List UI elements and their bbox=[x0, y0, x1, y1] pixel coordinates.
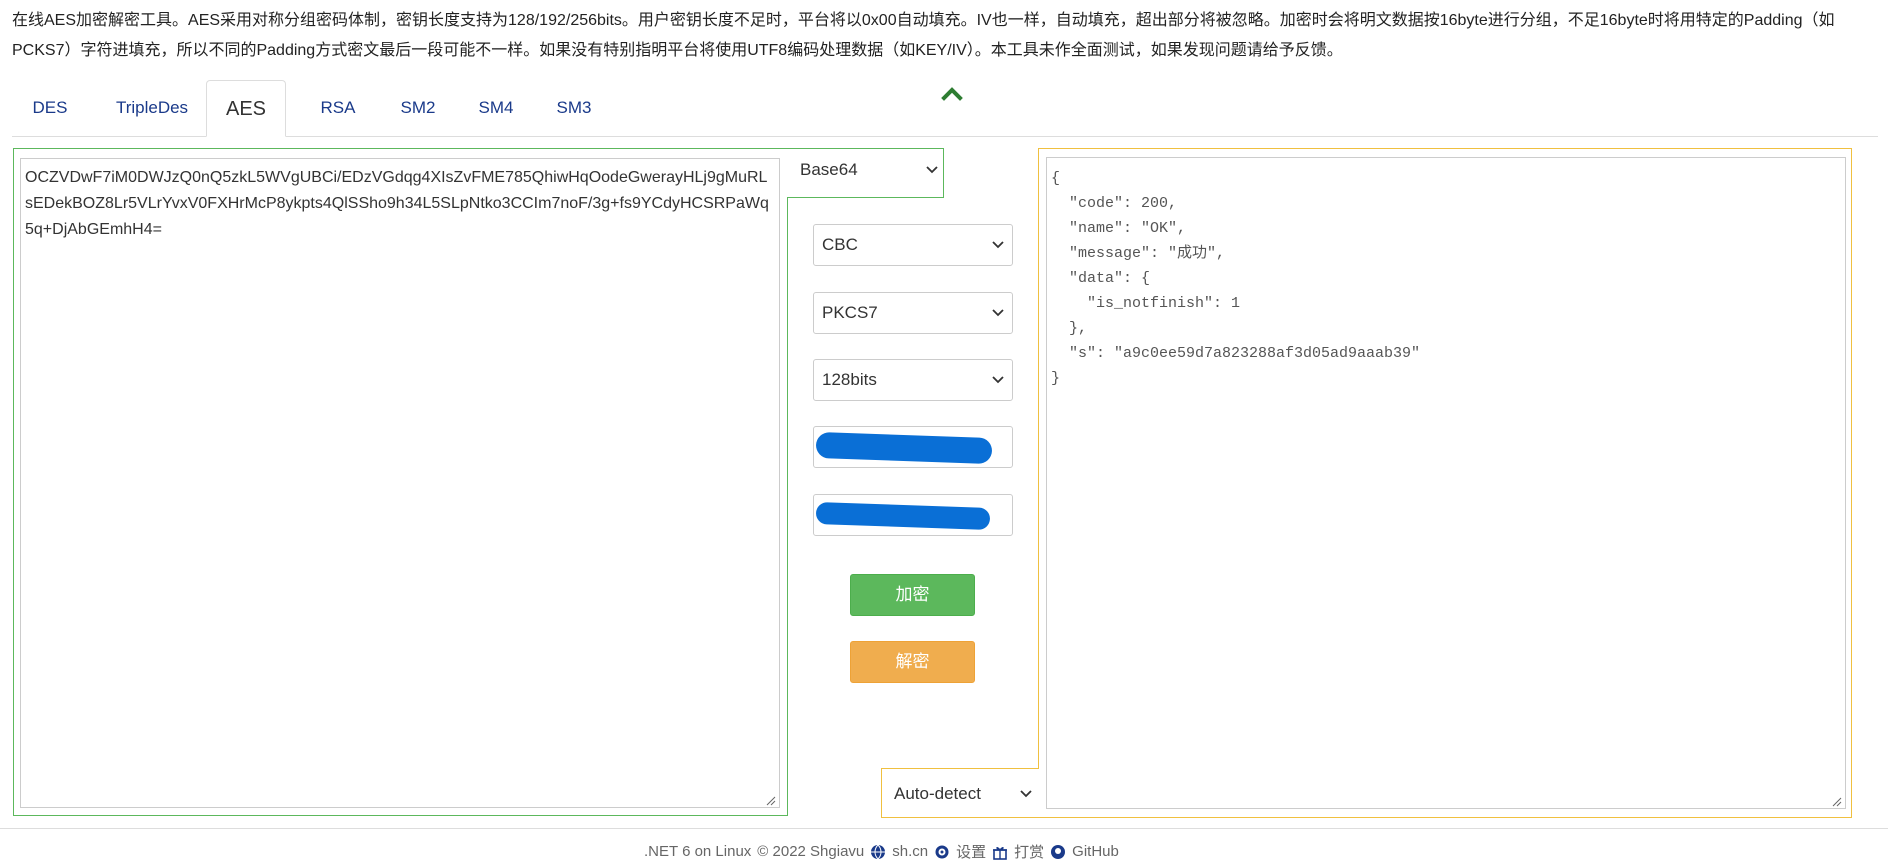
footer: .NET 6 on Linux © 2022 Shgiavu sh.cn 设置 … bbox=[0, 828, 1888, 861]
tab-sm3[interactable]: SM3 bbox=[538, 80, 610, 136]
chevron-down-icon bbox=[992, 376, 1004, 384]
input-encoding-select[interactable]: Base64 bbox=[792, 152, 948, 188]
chevron-up-icon[interactable] bbox=[940, 84, 964, 104]
chevron-down-icon bbox=[992, 241, 1004, 249]
tab-rsa[interactable]: RSA bbox=[302, 80, 374, 136]
resize-handle-icon[interactable] bbox=[766, 796, 776, 806]
tool-description: 在线AES加密解密工具。AES采用对称分组密码体制，密钥长度支持为128/192… bbox=[12, 12, 1835, 59]
mode-value: CBC bbox=[822, 235, 858, 254]
key-size-select[interactable]: 128bits bbox=[813, 359, 1013, 401]
input-textarea[interactable]: OCZVDwF7iM0DWJzQ0nQ5zkL5WVgUBCi/EDzVGdqg… bbox=[20, 158, 780, 808]
input-encoding-value: Base64 bbox=[800, 160, 858, 179]
output-textarea[interactable]: { "code": 200, "name": "OK", "message": … bbox=[1046, 157, 1846, 809]
tab-sm4[interactable]: SM4 bbox=[460, 80, 532, 136]
output-encoding-select[interactable]: Auto-detect bbox=[886, 776, 1042, 812]
tab-sm2[interactable]: SM2 bbox=[382, 80, 454, 136]
tab-aes[interactable]: AES bbox=[206, 80, 286, 137]
chevron-down-icon bbox=[926, 166, 938, 174]
tab-tripledes[interactable]: TripleDes bbox=[92, 80, 212, 136]
encrypt-button[interactable]: 加密 bbox=[850, 574, 975, 616]
padding-value: PKCS7 bbox=[822, 303, 878, 322]
mode-select[interactable]: CBC bbox=[813, 224, 1013, 266]
output-encoding-value: Auto-detect bbox=[894, 784, 981, 803]
tab-des[interactable]: DES bbox=[12, 80, 88, 136]
redaction-mark bbox=[815, 431, 993, 465]
padding-select[interactable]: PKCS7 bbox=[813, 292, 1013, 334]
key-size-value: 128bits bbox=[822, 370, 877, 389]
redaction-mark bbox=[815, 501, 991, 531]
chevron-down-icon bbox=[992, 309, 1004, 317]
resize-handle-icon[interactable] bbox=[1832, 797, 1842, 807]
chevron-down-icon bbox=[1020, 790, 1032, 798]
decrypt-button[interactable]: 解密 bbox=[850, 641, 975, 683]
iv-input[interactable] bbox=[813, 494, 1013, 536]
key-input[interactable] bbox=[813, 426, 1013, 468]
